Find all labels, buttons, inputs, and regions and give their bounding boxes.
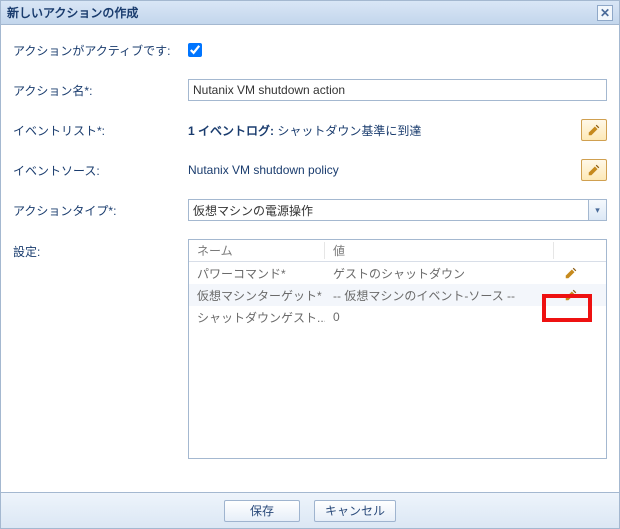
- edit-row-button[interactable]: [554, 288, 588, 302]
- field-event-list: 1 イベントログ: シャットダウン基準に到達: [188, 119, 607, 141]
- cell-name: パワーコマンド*: [189, 265, 325, 282]
- event-list-suffix: シャットダウン基準に到達: [274, 124, 421, 138]
- field-action-type: 仮想マシンの電源操作 ▾: [188, 199, 607, 221]
- col-header-name[interactable]: ネーム: [189, 242, 325, 259]
- chevron-down-icon: ▾: [588, 200, 606, 220]
- titlebar: 新しいアクションの作成 ✕: [1, 1, 619, 25]
- table-row[interactable]: シャットダウンゲスト... 0: [189, 306, 606, 328]
- table-row[interactable]: 仮想マシンターゲット* -- 仮想マシンのイベント-ソース --: [189, 284, 606, 306]
- grid-header: ネーム 値: [189, 240, 606, 262]
- action-type-value: 仮想マシンの電源操作: [193, 202, 313, 219]
- row-event-list: イベントリスト*: 1 イベントログ: シャットダウン基準に到達: [13, 119, 607, 141]
- pencil-icon: [564, 288, 578, 302]
- cancel-button[interactable]: キャンセル: [314, 500, 396, 522]
- label-event-source: イベントソース:: [13, 162, 188, 179]
- edit-row-button[interactable]: [554, 266, 588, 280]
- row-action-type: アクションタイプ*: 仮想マシンの電源操作 ▾: [13, 199, 607, 221]
- dialog-title: 新しいアクションの作成: [7, 4, 138, 21]
- row-settings: 設定: ネーム 値 パワーコマンド* ゲストのシャットダウン: [13, 239, 607, 459]
- field-action-name: [188, 79, 607, 101]
- label-action-name: アクション名*:: [13, 82, 188, 99]
- cell-name: シャットダウンゲスト...: [189, 309, 325, 326]
- cell-value: -- 仮想マシンのイベント-ソース --: [325, 287, 554, 304]
- row-event-source: イベントソース: Nutanix VM shutdown policy: [13, 159, 607, 181]
- pencil-icon: [587, 123, 601, 137]
- close-button[interactable]: ✕: [597, 5, 613, 21]
- event-list-prefix: 1 イベントログ:: [188, 124, 274, 138]
- dialog-footer: 保存 キャンセル: [1, 492, 619, 528]
- field-active: [188, 43, 607, 57]
- field-event-source: Nutanix VM shutdown policy: [188, 159, 607, 181]
- cell-value: 0: [325, 310, 554, 324]
- row-action-name: アクション名*:: [13, 79, 607, 101]
- edit-event-list-button[interactable]: [581, 119, 607, 141]
- cancel-label: キャンセル: [325, 502, 385, 519]
- label-event-list: イベントリスト*:: [13, 122, 188, 139]
- cell-name: 仮想マシンターゲット*: [189, 287, 325, 304]
- action-type-select[interactable]: 仮想マシンの電源操作 ▾: [188, 199, 607, 221]
- edit-event-source-button[interactable]: [581, 159, 607, 181]
- pencil-icon: [564, 266, 578, 280]
- pencil-icon: [587, 163, 601, 177]
- cell-value: ゲストのシャットダウン: [325, 265, 554, 282]
- label-settings: 設定:: [13, 239, 188, 260]
- action-name-input[interactable]: [188, 79, 607, 101]
- row-active: アクションがアクティブです:: [13, 39, 607, 61]
- dialog-content: アクションがアクティブです: アクション名*: イベントリスト*: 1 イベント…: [1, 25, 619, 492]
- label-active: アクションがアクティブです:: [13, 42, 188, 59]
- save-button[interactable]: 保存: [224, 500, 300, 522]
- event-list-text: 1 イベントログ: シャットダウン基準に到達: [188, 122, 421, 139]
- label-action-type: アクションタイプ*:: [13, 202, 188, 219]
- col-header-value[interactable]: 値: [325, 242, 554, 259]
- active-checkbox[interactable]: [188, 43, 202, 57]
- close-icon: ✕: [600, 6, 610, 20]
- settings-grid: ネーム 値 パワーコマンド* ゲストのシャットダウン 仮想マシンターゲット* -…: [188, 239, 607, 459]
- event-source-text: Nutanix VM shutdown policy: [188, 163, 339, 177]
- table-row[interactable]: パワーコマンド* ゲストのシャットダウン: [189, 262, 606, 284]
- save-label: 保存: [250, 502, 274, 519]
- dialog-window: 新しいアクションの作成 ✕ アクションがアクティブです: アクション名*: イベ…: [0, 0, 620, 529]
